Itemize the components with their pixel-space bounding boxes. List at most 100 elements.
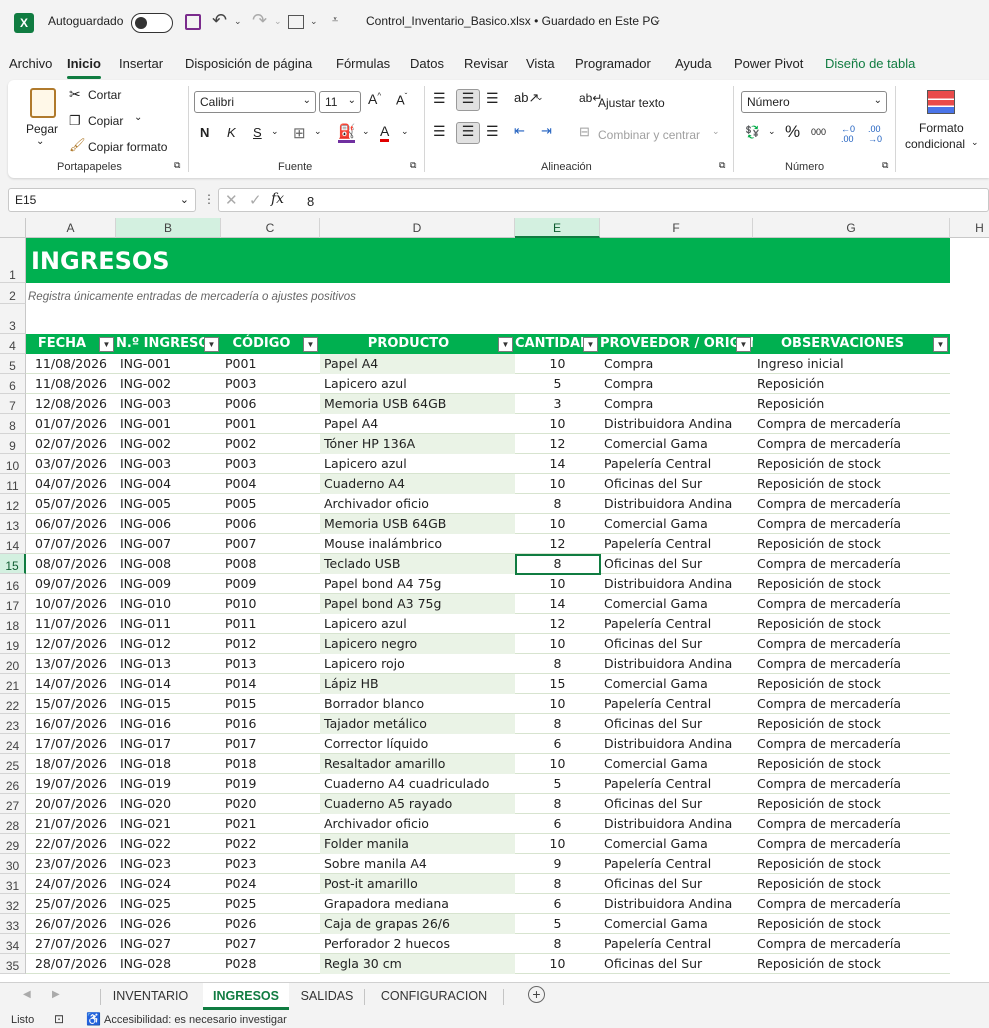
row-header[interactable]: 34	[0, 934, 26, 954]
table-cell[interactable]: Compra de mercadería	[753, 494, 950, 514]
table-cell[interactable]: 14	[515, 454, 600, 474]
table-cell[interactable]: Distribuidora Andina	[600, 574, 753, 594]
table-cell[interactable]: Lapicero azul	[320, 454, 515, 474]
table-cell[interactable]: Reposición de stock	[753, 574, 950, 594]
table-cell[interactable]: ING-025	[116, 894, 221, 914]
merge-icon[interactable]: ⊟	[579, 124, 590, 140]
table-cell[interactable]: 02/07/2026	[26, 434, 116, 454]
table-cell[interactable]: 6	[515, 734, 600, 754]
column-header-g[interactable]: G	[753, 218, 950, 238]
select-all-corner[interactable]	[0, 218, 26, 238]
table-cell[interactable]: Distribuidora Andina	[600, 414, 753, 434]
table-cell[interactable]: P015	[221, 694, 320, 714]
table-cell[interactable]: Comercial Gama	[600, 834, 753, 854]
table-cell[interactable]: 12/07/2026	[26, 634, 116, 654]
table-cell[interactable]: Comercial Gama	[600, 514, 753, 534]
copy-dropdown-icon[interactable]: ⌄	[134, 112, 142, 123]
row-header[interactable]: 27	[0, 794, 26, 814]
table-cell[interactable]: Reposición de stock	[753, 954, 950, 974]
table-cell[interactable]: Compra de mercadería	[753, 634, 950, 654]
table-cell[interactable]: Comercial Gama	[600, 754, 753, 774]
next-sheet-icon[interactable]: ▶	[52, 989, 60, 1000]
table-cell[interactable]: Comercial Gama	[600, 914, 753, 934]
dialog-launcher-icon[interactable]: ⧉	[882, 160, 888, 171]
row-header[interactable]: 23	[0, 714, 26, 734]
row-header[interactable]: 29	[0, 834, 26, 854]
table-cell[interactable]: 8	[515, 654, 600, 674]
table-cell[interactable]: 15/07/2026	[26, 694, 116, 714]
row-header[interactable]: 32	[0, 894, 26, 914]
row-header[interactable]: 6	[0, 374, 26, 394]
scissors-icon[interactable]: ✂	[69, 86, 81, 103]
row-header[interactable]: 12	[0, 494, 26, 514]
accessibility-status[interactable]: Accesibilidad: es necesario investigar	[104, 1014, 287, 1026]
filter-dropdown-icon[interactable]: ▼	[736, 337, 751, 352]
table-cell[interactable]: Oficinas del Sur	[600, 554, 753, 574]
table-cell[interactable]: 09/07/2026	[26, 574, 116, 594]
table-cell[interactable]: Oficinas del Sur	[600, 794, 753, 814]
table-cell[interactable]: ING-028	[116, 954, 221, 974]
table-cell[interactable]: 10	[515, 414, 600, 434]
tab-diseno-tabla[interactable]: Diseño de tabla	[825, 56, 915, 71]
table-cell[interactable]: Archivador oficio	[320, 814, 515, 834]
underline-dropdown-icon[interactable]: ⌄	[271, 126, 279, 137]
table-cell[interactable]: P027	[221, 934, 320, 954]
filter-dropdown-icon[interactable]: ▼	[498, 337, 513, 352]
table-cell[interactable]: 08/07/2026	[26, 554, 116, 574]
table-cell[interactable]: 10	[515, 954, 600, 974]
table-cell[interactable]: P001	[221, 414, 320, 434]
currency-icon[interactable]: 💱	[745, 125, 760, 139]
table-cell[interactable]: Reposición de stock	[753, 854, 950, 874]
table-cell[interactable]: P003	[221, 374, 320, 394]
redo-dropdown-icon[interactable]: ⌄	[274, 16, 282, 27]
table-cell[interactable]: Ingreso inicial	[753, 354, 950, 374]
row-header[interactable]: 13	[0, 514, 26, 534]
more-options-icon[interactable]: ⋮	[203, 192, 215, 206]
table-cell[interactable]: Papelería Central	[600, 694, 753, 714]
tab-ayuda[interactable]: Ayuda	[675, 56, 712, 71]
formula-input[interactable]: ✕ ✓ fx 8	[218, 188, 989, 212]
table-cell[interactable]: 12	[515, 614, 600, 634]
undo-dropdown-icon[interactable]: ⌄	[234, 16, 242, 27]
paste-button[interactable]: Pegar	[26, 122, 58, 136]
merge-dropdown-icon[interactable]: ⌄	[712, 126, 720, 137]
table-cell[interactable]: Post-it amarillo	[320, 874, 515, 894]
table-cell[interactable]: 04/07/2026	[26, 474, 116, 494]
table-cell[interactable]: 8	[515, 934, 600, 954]
table-cell[interactable]: 28/07/2026	[26, 954, 116, 974]
tab-vista[interactable]: Vista	[526, 56, 555, 71]
table-cell[interactable]: 26/07/2026	[26, 914, 116, 934]
italic-icon[interactable]: K	[227, 125, 236, 140]
table-cell[interactable]: ING-021	[116, 814, 221, 834]
table-cell[interactable]: 16/07/2026	[26, 714, 116, 734]
align-right-icon[interactable]: ☰	[486, 123, 499, 140]
table-cell[interactable]: Reposición de stock	[753, 534, 950, 554]
table-cell[interactable]: ING-011	[116, 614, 221, 634]
column-header-a[interactable]: A	[26, 218, 116, 238]
table-cell[interactable]: Reposición de stock	[753, 614, 950, 634]
save-icon[interactable]	[185, 14, 201, 30]
tab-programador[interactable]: Programador	[575, 56, 651, 71]
borders-dropdown-icon[interactable]: ⌄	[314, 126, 322, 137]
enter-icon[interactable]: ✓	[249, 191, 262, 209]
table-cell[interactable]: ING-006	[116, 514, 221, 534]
align-left-icon[interactable]: ☰	[433, 123, 446, 140]
table-cell[interactable]: P012	[221, 634, 320, 654]
table-cell[interactable]: Reposición de stock	[753, 474, 950, 494]
table-cell[interactable]: Compra	[600, 354, 753, 374]
font-name-combo[interactable]: Calibri ⌄	[194, 91, 316, 113]
table-cell[interactable]: Distribuidora Andina	[600, 494, 753, 514]
table-cell[interactable]: Compra de mercadería	[753, 774, 950, 794]
dialog-launcher-icon[interactable]: ⧉	[719, 160, 725, 171]
tab-archivo[interactable]: Archivo	[9, 56, 52, 71]
file-title[interactable]: Control_Inventario_Basico.xlsx • Guardad…	[366, 14, 659, 28]
wrap-text-button[interactable]: Ajustar texto	[598, 96, 665, 110]
accessibility-icon[interactable]: ♿	[86, 1012, 101, 1026]
table-cell[interactable]: Compra de mercadería	[753, 434, 950, 454]
table-cell[interactable]: Reposición	[753, 394, 950, 414]
table-cell[interactable]: Papel A4	[320, 414, 515, 434]
table-cell[interactable]: 03/07/2026	[26, 454, 116, 474]
table-cell[interactable]: Comercial Gama	[600, 594, 753, 614]
tab-inicio[interactable]: Inicio	[67, 56, 101, 79]
align-middle-icon[interactable]: ☰	[456, 89, 480, 111]
